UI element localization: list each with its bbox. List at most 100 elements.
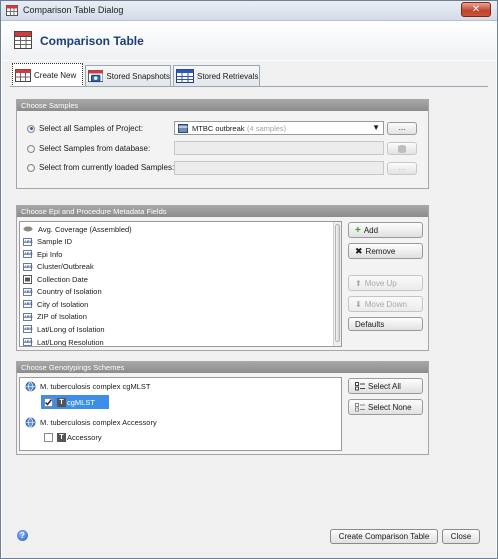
t-icon: T xyxy=(57,433,66,442)
abc-icon: ABC xyxy=(23,237,33,246)
project-select-value: MTBC outbreak xyxy=(192,124,245,133)
remove-x-icon: ✖ xyxy=(355,245,363,256)
list-item-label: Country of Isolation xyxy=(37,287,102,296)
select-none-button[interactable]: Select None xyxy=(348,399,423,415)
list-item[interactable]: ABC Country of Isolation xyxy=(23,286,102,298)
radio-button[interactable] xyxy=(27,124,35,133)
select-all-icon xyxy=(355,381,365,390)
database-icon xyxy=(398,145,406,153)
list-item[interactable]: ABC Cluster/Outbreak xyxy=(23,261,94,273)
defaults-button[interactable]: Defaults xyxy=(348,317,423,331)
abc-icon: ABC xyxy=(23,250,33,258)
project-sample-count: (4 samples) xyxy=(247,124,287,133)
tree-node-accessory-scheme[interactable]: M. tuberculosis complex Accessory xyxy=(25,417,157,428)
title-bar: Comparison Table Dialog ✕ xyxy=(1,1,497,21)
schemes-panel-heading: Choose Genotypings Schemes xyxy=(17,362,428,373)
tab-label: Stored Retrievals xyxy=(197,71,259,81)
list-scrollbar[interactable] xyxy=(333,222,341,346)
tree-node-accessory[interactable]: T Accessory xyxy=(44,433,102,442)
list-item-label: Epi Info xyxy=(37,249,63,259)
select-none-icon xyxy=(355,402,365,411)
list-item-label: Cluster/Outbreak xyxy=(37,262,94,271)
samples-panel-heading: Choose Samples xyxy=(17,100,428,111)
button-label: Remove xyxy=(365,246,396,256)
list-item[interactable]: ABC Lat/Long Resolution xyxy=(23,336,104,347)
project-select[interactable]: MTBC outbreak (4 samples) ▼ xyxy=(174,121,384,135)
tab-divider xyxy=(10,86,488,87)
radio-button[interactable] xyxy=(27,163,35,172)
arrow-down-icon: ⬇ xyxy=(355,299,362,309)
browse-project-button[interactable]: ... xyxy=(387,122,417,135)
table-new-icon xyxy=(15,68,31,82)
create-comparison-table-button[interactable]: Create Comparison Table xyxy=(330,529,438,544)
schemes-panel: Choose Genotypings Schemes M. tuberculos… xyxy=(16,361,429,455)
select-all-button[interactable]: Select All xyxy=(348,378,423,394)
button-label: Move Down xyxy=(364,299,407,309)
abc-icon: ABC xyxy=(23,300,33,308)
abc-icon: ABC xyxy=(23,262,33,271)
window-close-button[interactable]: ✕ xyxy=(461,2,491,17)
abc-icon: ABC xyxy=(23,312,33,321)
list-item[interactable]: ABC Epi Info xyxy=(23,248,62,260)
list-item[interactable]: ABC Lat/Long of Isolation xyxy=(23,323,105,335)
tree-node-label: M. tuberculosis complex cgMLST xyxy=(40,382,151,391)
list-item-label: Lat/Long of Isolation xyxy=(37,324,105,334)
window-title: Comparison Table Dialog xyxy=(23,5,124,15)
list-item[interactable]: ABC Sample ID xyxy=(23,236,72,248)
button-label: Select All xyxy=(368,381,401,391)
metadata-field-list[interactable]: Avg. Coverage (Assembled) ABC Sample ID … xyxy=(19,221,342,347)
tab-stored-snapshots[interactable]: Stored Snapshots xyxy=(85,65,171,86)
list-item-label: Lat/Long Resolution xyxy=(37,337,104,347)
abc-icon: ABC xyxy=(23,325,33,333)
accessory-checkbox[interactable] xyxy=(44,433,53,442)
scrollbar-thumb[interactable] xyxy=(335,224,340,342)
list-item[interactable]: ABC City of Isolation xyxy=(23,298,88,310)
samples-panel: Choose Samples Select all Samples of Pro… xyxy=(16,99,429,189)
list-item[interactable]: Avg. Coverage (Assembled) xyxy=(23,223,132,235)
close-button[interactable]: Close xyxy=(442,529,480,544)
radio-all-project-samples[interactable]: Select all Samples of Project: xyxy=(27,124,143,133)
list-item-label: Sample ID xyxy=(37,237,73,246)
cgmlst-checkbox[interactable] xyxy=(44,397,53,407)
camera-table-icon xyxy=(88,69,104,82)
scheme-tree[interactable]: M. tuberculosis complex cgMLST T cgMLST xyxy=(19,377,342,451)
table-blue-icon xyxy=(176,68,194,83)
list-item-label: ZIP of Isolation xyxy=(37,312,87,321)
database-samples-field[interactable] xyxy=(174,141,384,155)
tree-node-label: Accessory xyxy=(67,433,102,442)
list-item[interactable]: Collection Date xyxy=(23,273,88,285)
chevron-down-icon: ▼ xyxy=(372,123,380,132)
help-icon[interactable]: ? xyxy=(17,530,28,541)
abc-icon: ABC xyxy=(23,338,33,346)
table-icon xyxy=(6,5,18,16)
radio-button[interactable] xyxy=(27,144,35,153)
plus-icon: + xyxy=(355,224,361,236)
loaded-browse-button[interactable]: ... xyxy=(387,162,417,175)
database-browse-button[interactable] xyxy=(387,142,417,155)
page-title: Comparison Table xyxy=(40,34,144,48)
fields-panel-heading: Choose Epi and Procedure Metadata Fields xyxy=(17,206,428,217)
tab-stored-retrievals[interactable]: Stored Retrievals xyxy=(173,65,260,86)
button-label: Add xyxy=(363,225,379,235)
abc-icon: ABC xyxy=(23,287,33,296)
radio-label: Select all Samples of Project: xyxy=(39,124,144,133)
tree-node-cgmlst[interactable]: T cgMLST xyxy=(41,395,109,409)
dialog-header: Comparison Table xyxy=(2,22,496,60)
radio-label: Select from currently loaded Samples: xyxy=(39,163,175,172)
tree-node-cgmlst-scheme[interactable]: M. tuberculosis complex cgMLST xyxy=(25,381,150,392)
oval-icon xyxy=(23,226,33,232)
move-down-button[interactable]: ⬇ Move Down xyxy=(348,296,423,312)
move-up-button[interactable]: ⬆ Move Up xyxy=(348,275,423,291)
list-item[interactable]: ABC ZIP of Isolation xyxy=(23,311,87,323)
dialog-body: Create New Stored Snapshots Stored Retri… xyxy=(2,61,496,558)
tab-create-new[interactable]: Create New xyxy=(12,63,83,87)
remove-field-button[interactable]: ✖ Remove xyxy=(348,243,423,259)
radio-database-samples[interactable]: Select Samples from database: xyxy=(27,144,150,153)
radio-loaded-samples[interactable]: Select from currently loaded Samples: xyxy=(27,163,174,172)
table-icon xyxy=(14,31,32,49)
loaded-samples-field[interactable] xyxy=(174,161,384,175)
list-item-label: City of Isolation xyxy=(37,299,89,309)
arrow-up-icon: ⬆ xyxy=(355,278,362,288)
add-field-button[interactable]: + Add xyxy=(348,222,423,238)
button-label: Move Up xyxy=(364,278,397,288)
